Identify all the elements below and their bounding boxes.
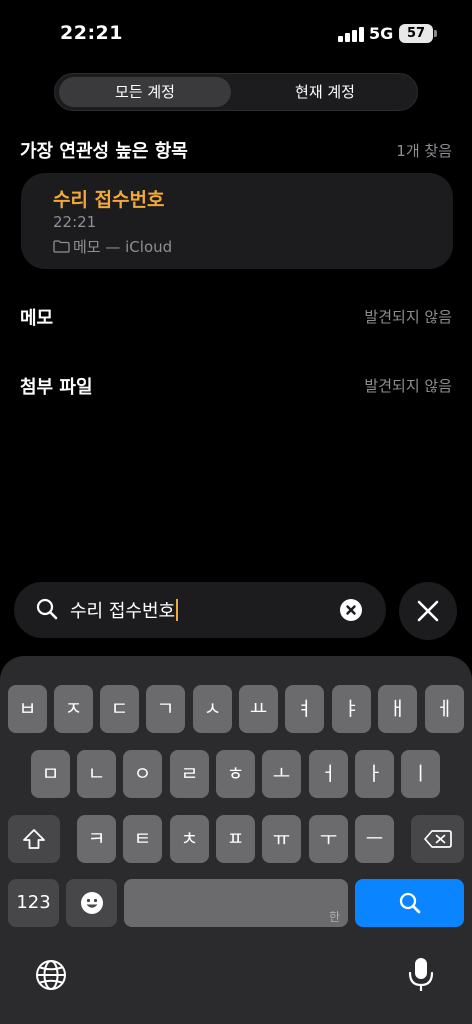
signal-icon	[338, 26, 364, 42]
status-time: 22:21	[60, 22, 123, 44]
space-key-language-hint: 한	[328, 910, 340, 924]
key-g[interactable]: ㄱ	[146, 685, 185, 733]
key-s[interactable]: ㅅ	[193, 685, 232, 733]
result-time: 22:21	[53, 213, 97, 231]
dictation-button[interactable]	[406, 956, 436, 994]
key-k[interactable]: ㅋ	[77, 815, 116, 863]
segment-all-accounts[interactable]: 모든 계정	[59, 77, 231, 107]
key-d[interactable]: ㄷ	[100, 685, 139, 733]
result-title: 수리 접수번호	[53, 189, 165, 211]
search-icon	[36, 598, 58, 620]
clear-search-button[interactable]	[340, 599, 362, 621]
attachments-section-title: 첨부 파일	[20, 377, 93, 398]
search-field[interactable]: 수리 접수번호	[14, 582, 386, 638]
key-eu[interactable]: ㅡ	[355, 815, 394, 863]
search-icon	[399, 892, 420, 914]
key-yo[interactable]: ㅛ	[239, 685, 278, 733]
key-yu[interactable]: ㅠ	[262, 815, 301, 863]
search-input-text: 수리 접수번호	[70, 601, 176, 622]
close-search-button[interactable]	[399, 582, 457, 640]
korean-keyboard: ㅂ ㅈ ㄷ ㄱ ㅅ ㅛ ㅕ ㅑ ㅐ ㅔ ㅁ ㄴ ㅇ ㄹ ㅎ ㅗ ㅓ ㅏ ㅣ ㅋ …	[0, 656, 472, 1024]
delete-icon	[423, 830, 452, 848]
segment-current-account[interactable]: 현재 계정	[237, 77, 413, 107]
key-ng[interactable]: ㅇ	[123, 750, 162, 798]
key-ch[interactable]: ㅊ	[170, 815, 209, 863]
globe-icon	[36, 960, 66, 990]
folder-icon	[53, 240, 70, 253]
shift-icon	[23, 829, 45, 849]
battery-icon: 57	[399, 24, 433, 43]
key-t[interactable]: ㅌ	[123, 815, 162, 863]
key-a[interactable]: ㅏ	[355, 750, 394, 798]
key-b[interactable]: ㅂ	[8, 685, 47, 733]
key-i[interactable]: ㅣ	[401, 750, 440, 798]
space-key[interactable]: 한	[124, 879, 348, 927]
globe-button[interactable]	[34, 958, 68, 992]
notes-section-title: 메모	[20, 308, 54, 329]
key-m[interactable]: ㅁ	[31, 750, 70, 798]
top-hits-title: 가장 연관성 높은 항목	[20, 141, 188, 162]
key-h[interactable]: ㅎ	[216, 750, 255, 798]
key-u[interactable]: ㅜ	[309, 815, 348, 863]
shift-key[interactable]	[8, 815, 60, 863]
battery-tip	[434, 30, 437, 37]
key-o[interactable]: ㅗ	[262, 750, 301, 798]
key-yeo[interactable]: ㅕ	[285, 685, 324, 733]
search-result-card[interactable]: 수리 접수번호 22:21 메모 — iCloud	[21, 173, 453, 269]
close-icon	[417, 600, 439, 622]
key-ae[interactable]: ㅐ	[378, 685, 417, 733]
network-label: 5G	[369, 24, 394, 43]
key-r[interactable]: ㄹ	[170, 750, 209, 798]
numbers-key[interactable]: 123	[8, 879, 59, 927]
key-j[interactable]: ㅈ	[54, 685, 93, 733]
key-e[interactable]: ㅔ	[425, 685, 464, 733]
notes-status: 발견되지 않음	[364, 308, 452, 326]
key-n[interactable]: ㄴ	[77, 750, 116, 798]
search-input[interactable]: 수리 접수번호	[70, 597, 179, 623]
result-folder: 메모 — iCloud	[53, 236, 172, 257]
key-eo[interactable]: ㅓ	[309, 750, 348, 798]
result-folder-label: 메모 — iCloud	[73, 238, 173, 256]
key-ya[interactable]: ㅑ	[332, 685, 371, 733]
microphone-icon	[408, 958, 434, 991]
key-p[interactable]: ㅍ	[216, 815, 255, 863]
emoji-key[interactable]	[66, 879, 117, 927]
attachments-status: 발견되지 않음	[364, 377, 452, 395]
emoji-icon	[80, 892, 103, 914]
clear-icon	[346, 605, 356, 615]
backspace-key[interactable]	[411, 815, 464, 863]
account-scope-segmented-control: 모든 계정 현재 계정	[54, 73, 418, 111]
top-hits-count: 1개 찾음	[396, 142, 452, 160]
text-caret	[176, 599, 179, 621]
keyboard-search-button[interactable]	[355, 879, 464, 927]
